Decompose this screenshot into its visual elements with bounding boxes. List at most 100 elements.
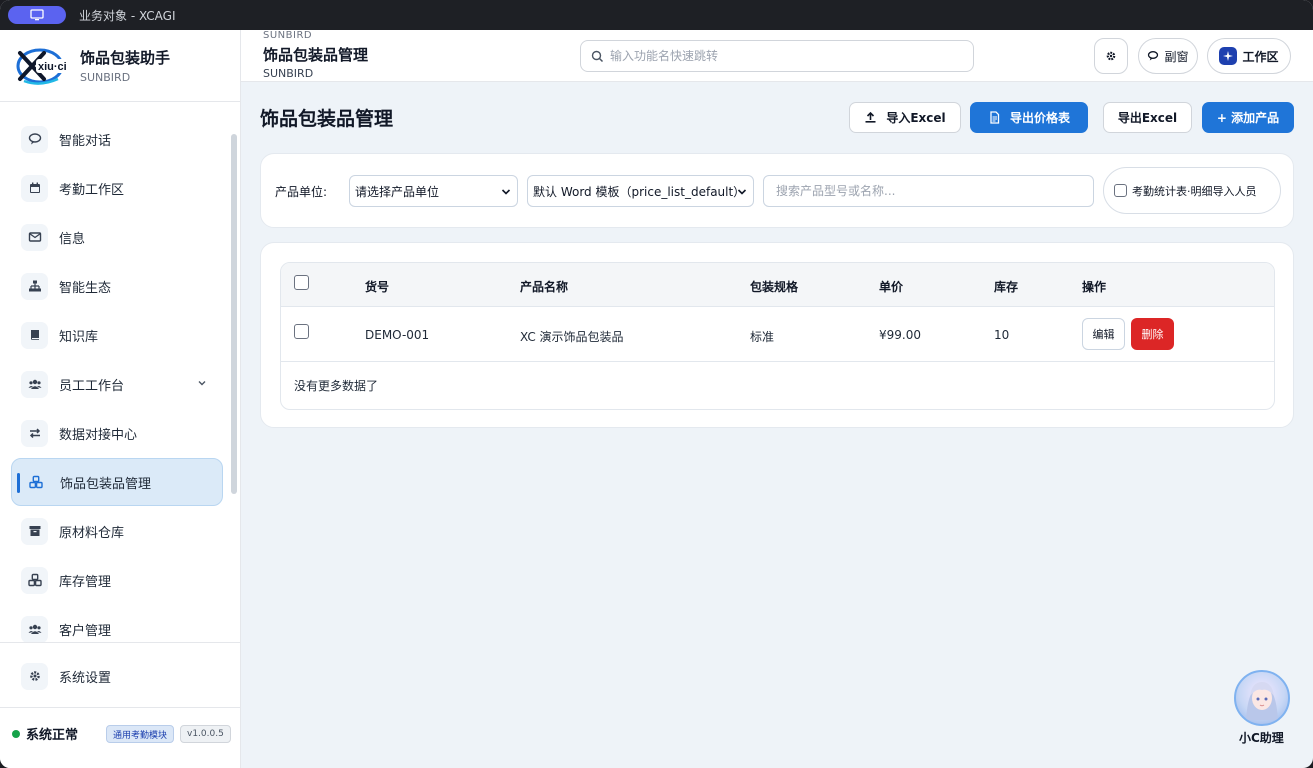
workspace-button[interactable]: 工作区 bbox=[1207, 38, 1291, 74]
assistant-label: 小C助理 bbox=[1239, 731, 1284, 745]
template-select-value: 默认 Word 模板（price_list_default） bbox=[533, 184, 746, 199]
attendance-import-toggle[interactable]: 考勤统计表·明细导入人员 bbox=[1103, 167, 1281, 214]
product-table-card: 货号 产品名称 包装规格 单价 库存 操作 DEMO-001 XC 演示饰品包装… bbox=[260, 242, 1294, 428]
sidebar-item-label: 系统设置 bbox=[59, 670, 112, 686]
sub-window-label: 副窗 bbox=[1164, 49, 1189, 64]
status-dot bbox=[12, 729, 20, 738]
add-product-button[interactable]: + 添加产品 bbox=[1202, 102, 1294, 133]
column-header: 库存 bbox=[994, 280, 1019, 294]
quick-jump-input[interactable] bbox=[610, 49, 950, 63]
app-switcher-pill[interactable] bbox=[8, 6, 66, 24]
template-select[interactable]: 默认 Word 模板（price_list_default） bbox=[527, 175, 754, 207]
xiu-ci-logo: xiu·ci bbox=[14, 45, 70, 87]
price-cell: ¥99.00 bbox=[879, 328, 921, 342]
sub-window-button[interactable]: 副窗 bbox=[1138, 38, 1198, 74]
upload-icon bbox=[865, 111, 876, 123]
users-icon bbox=[21, 615, 48, 642]
column-header: 单价 bbox=[879, 280, 904, 294]
column-header: 包装规格 bbox=[750, 280, 799, 294]
chevron-down-icon bbox=[501, 189, 511, 195]
header-title: 饰品包装品管理 bbox=[263, 46, 369, 64]
archive-icon bbox=[21, 517, 48, 545]
product-search-field[interactable] bbox=[763, 175, 1094, 207]
import-excel-button[interactable]: 导入Excel bbox=[849, 102, 961, 133]
filter-card: 产品单位: 请选择产品单位 默认 Word 模板（price_list_defa… bbox=[260, 153, 1294, 228]
spec-cell: 标准 bbox=[750, 330, 775, 344]
export-excel-label: 导出Excel bbox=[1117, 111, 1178, 125]
header-small-label: SUNBIRD bbox=[263, 30, 313, 41]
sidebar-item-knowledge[interactable]: 知识库 bbox=[11, 311, 223, 359]
divider bbox=[0, 642, 241, 643]
search-icon bbox=[591, 50, 604, 62]
delete-button[interactable]: 删除 bbox=[1131, 318, 1174, 350]
brand-sub: SUNBIRD bbox=[80, 71, 131, 84]
column-header: 操作 bbox=[1082, 280, 1107, 294]
sidebar-item-settings[interactable]: 系统设置 bbox=[11, 652, 223, 700]
sidebar: xiu·ci 饰品包装助手 SUNBIRD 智能对话 考勤工作区 信息 智能生态… bbox=[0, 30, 241, 768]
select-all-checkbox[interactable] bbox=[294, 275, 309, 290]
header-subtitle: SUNBIRD bbox=[263, 67, 314, 80]
top-header: SUNBIRD 饰品包装品管理 SUNBIRD 副窗 工作区 bbox=[241, 30, 1313, 82]
sidebar-item-attendance[interactable]: 考勤工作区 bbox=[11, 164, 223, 212]
sidebar-item-jewelry-packaging[interactable]: 饰品包装品管理 bbox=[11, 458, 223, 506]
column-header: 产品名称 bbox=[520, 280, 569, 294]
gear-icon bbox=[21, 662, 48, 690]
sparkle-icon bbox=[1219, 47, 1238, 65]
system-status: 系统正常 bbox=[12, 724, 78, 743]
workspace-label: 工作区 bbox=[1242, 49, 1279, 64]
sidebar-item-chat[interactable]: 智能对话 bbox=[11, 115, 223, 163]
assistant-avatar-image bbox=[1246, 682, 1278, 720]
boxes-icon bbox=[22, 469, 49, 496]
export-price-list-button[interactable]: 导出价格表 bbox=[970, 102, 1088, 133]
sidebar-item-label: 知识库 bbox=[59, 329, 99, 345]
sidebar-item-label: 原材料仓库 bbox=[59, 525, 125, 541]
brand-name: 饰品包装助手 bbox=[80, 49, 171, 67]
sidebar-item-label: 考勤工作区 bbox=[59, 182, 125, 198]
window-title: 业务对象 - XCAGI bbox=[79, 8, 176, 23]
unit-label: 产品单位: bbox=[275, 185, 328, 199]
edit-button[interactable]: 编辑 bbox=[1082, 318, 1125, 350]
sidebar-item-label: 智能生态 bbox=[59, 280, 112, 296]
version-badge: v1.0.0.5 bbox=[180, 725, 231, 743]
chevron-down-icon bbox=[737, 189, 747, 195]
export-excel-button[interactable]: 导出Excel bbox=[1103, 102, 1192, 133]
sidebar-item-raw-materials[interactable]: 原材料仓库 bbox=[11, 507, 223, 555]
sidebar-item-customers[interactable]: 客户管理 bbox=[11, 605, 223, 642]
quick-jump-search[interactable] bbox=[580, 40, 974, 72]
sidebar-item-messages[interactable]: 信息 bbox=[11, 213, 223, 261]
sidebar-item-ecosystem[interactable]: 智能生态 bbox=[11, 262, 223, 310]
sidebar-item-label: 数据对接中心 bbox=[59, 427, 138, 443]
sidebar-scrollbar[interactable] bbox=[231, 134, 237, 494]
sidebar-item-data-hub[interactable]: 数据对接中心 bbox=[11, 409, 223, 457]
svg-text:xiu·ci: xiu·ci bbox=[38, 61, 67, 73]
settings-button[interactable] bbox=[1094, 38, 1128, 74]
product-table: 货号 产品名称 包装规格 单价 库存 操作 DEMO-001 XC 演示饰品包装… bbox=[280, 262, 1275, 410]
row-checkbox[interactable] bbox=[294, 324, 309, 339]
sidebar-item-staff[interactable]: 员工工作台 bbox=[11, 360, 223, 408]
sidebar-item-label: 客户管理 bbox=[59, 623, 112, 639]
table-row: DEMO-001 XC 演示饰品包装品 标准 ¥99.00 10 编辑 删除 bbox=[281, 307, 1274, 362]
page-title: 饰品包装品管理 bbox=[260, 108, 394, 130]
checkbox[interactable] bbox=[1114, 184, 1127, 197]
book-icon bbox=[21, 321, 48, 349]
import-excel-label: 导入Excel bbox=[886, 111, 946, 125]
document-icon bbox=[990, 111, 1000, 124]
sidebar-item-label: 员工工作台 bbox=[59, 378, 125, 394]
sidebar-item-label: 智能对话 bbox=[59, 133, 112, 149]
chevron-down-icon[interactable] bbox=[197, 378, 207, 388]
product-name-cell: XC 演示饰品包装品 bbox=[520, 330, 624, 344]
brand: xiu·ci 饰品包装助手 SUNBIRD bbox=[0, 30, 240, 102]
sidebar-item-inventory[interactable]: 库存管理 bbox=[11, 556, 223, 604]
assistant-avatar[interactable] bbox=[1234, 670, 1290, 726]
stock-cell: 10 bbox=[994, 328, 1010, 342]
table-header: 货号 产品名称 包装规格 单价 库存 操作 bbox=[281, 263, 1274, 307]
column-header: 货号 bbox=[365, 280, 390, 294]
app-window: 业务对象 - XCAGI xiu·ci 饰品包装助手 SUNBIRD 智能对话 … bbox=[0, 0, 1313, 768]
system-title-bar: 业务对象 - XCAGI bbox=[0, 0, 1313, 30]
sidebar-item-label: 库存管理 bbox=[59, 574, 112, 590]
unit-select-value: 请选择产品单位 bbox=[355, 184, 440, 199]
sitemap-icon bbox=[21, 272, 48, 300]
product-search-input[interactable] bbox=[776, 184, 1086, 198]
mail-icon bbox=[21, 223, 48, 251]
unit-select[interactable]: 请选择产品单位 bbox=[349, 175, 518, 207]
